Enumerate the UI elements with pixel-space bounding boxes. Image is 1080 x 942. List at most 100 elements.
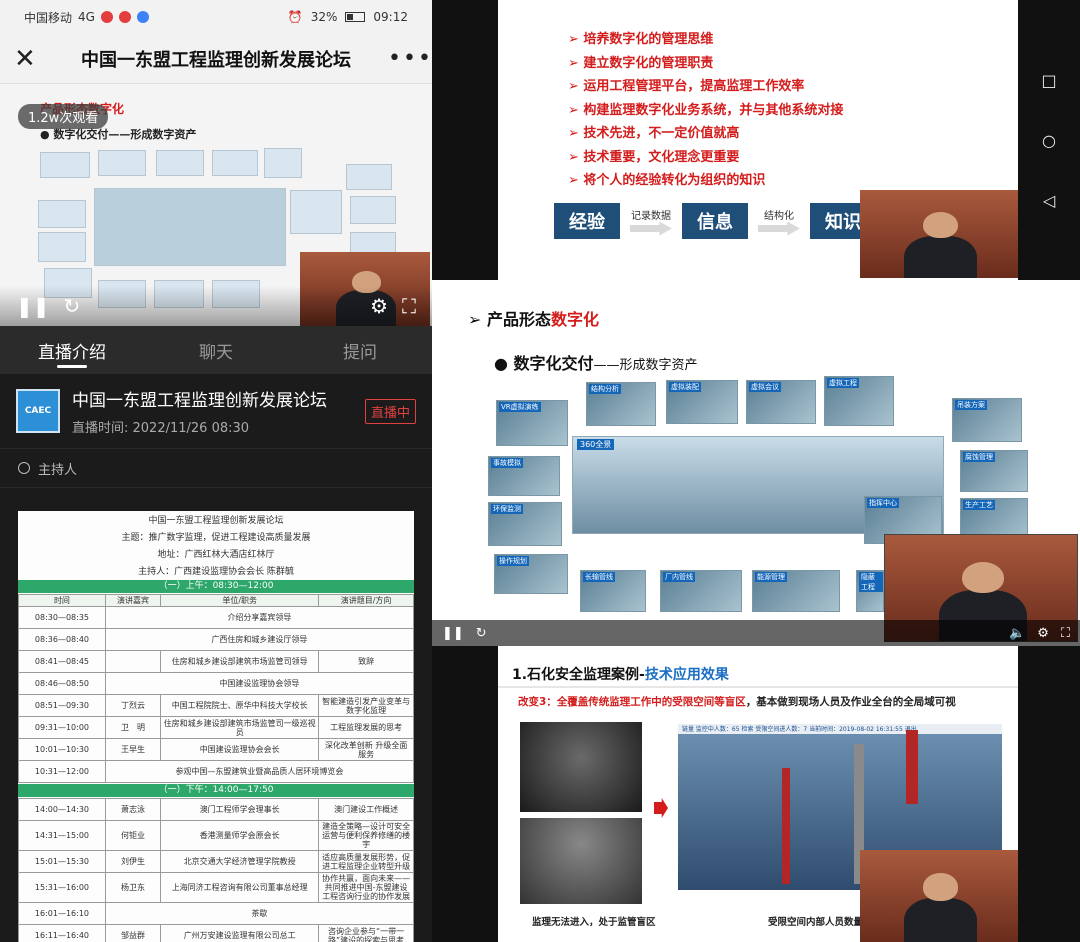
agenda-row: 08:51—09:30 丁烈云 中国工程院院士、原华中科技大学校长 智能建造引发产业变…	[18, 694, 414, 717]
agenda-cell: 何钜业	[104, 820, 162, 851]
agenda-cell: 15:01—15:30	[18, 850, 106, 873]
agenda-pm-table: 14:00—14:30 萧志泳 澳门工程师学会理事长 澳门建设工作概述 14:31—15…	[18, 798, 414, 942]
agenda-column-header: 演讲题目/方向	[318, 594, 414, 607]
flow-box-information: 信息	[682, 203, 748, 239]
collage-thumb	[98, 150, 146, 176]
volume-icon[interactable]: 🔈	[1009, 626, 1025, 641]
agenda-cell: 杨卫东	[104, 872, 162, 903]
bullet-item: 技术重要，文化理念更重要	[568, 146, 843, 170]
knowledge-flow: 经验 记录数据 信息 结构化 知识	[554, 203, 876, 239]
agenda-venue: 地址：广西红林大酒店红林厅	[157, 550, 275, 560]
agenda-cell: 茶歇	[104, 902, 414, 925]
collage-thumb	[264, 148, 302, 178]
caption-right: 受限空间内部人员数量及	[768, 917, 873, 928]
tab-intro[interactable]: 直播介绍	[0, 326, 144, 374]
agenda-cell: 萧志泳	[104, 798, 162, 821]
slide-panel-digital-delivery: ➢ 产品形态数字化 ● 数字化交付——形成数字资产 VR虚拟演练 结构分析 虚拟…	[432, 280, 1080, 646]
android-nav-bar: □ ○ ◁	[1018, 0, 1080, 280]
agenda-cell: 14:00—14:30	[18, 798, 106, 821]
fullscreen-icon[interactable]: ⛶	[402, 294, 416, 318]
agenda-host: 主持人：广西建设监理协会会长 陈群毓	[138, 567, 294, 577]
page-title: 中国一东盟工程监理创新发展论坛	[81, 49, 351, 71]
title-bar: ✕ 中国一东盟工程监理创新发展论坛 •••	[0, 34, 432, 84]
view-count: 1.2w次观看	[18, 104, 109, 129]
battery-text: 32%	[310, 10, 338, 24]
agenda-cell: 王早生	[104, 738, 162, 761]
network-text: 4G	[78, 10, 95, 24]
agenda-cell: 08:51—09:30	[18, 694, 106, 717]
status-bar: 中国移动 4G ⏰ 32% 09:12	[0, 0, 432, 34]
agenda-row: 09:31—10:00 卫 明住房和城乡建设部建筑市场监管司一级巡视员 工程监理发展…	[18, 716, 414, 739]
agenda-row: 16:01—16:10 茶歇	[18, 902, 414, 925]
agenda-cell: 住房和城乡建设部建筑市场监管司一级巡视员	[160, 716, 320, 739]
agenda-column-header: 演讲嘉宾	[104, 594, 162, 607]
settings-gear-icon[interactable]: ⚙	[1037, 626, 1049, 641]
tab-chat[interactable]: 聊天	[144, 326, 288, 374]
agenda-row: 08:30—08:35 介绍分享嘉宾领导	[18, 606, 414, 629]
agenda-cell: 中国工程院院士、原华中科技大学校长	[160, 694, 320, 717]
agenda-cell: 介绍分享嘉宾领导	[104, 606, 414, 629]
agenda-cell: 09:31—10:00	[18, 716, 106, 739]
tile-thumb: 隐蔽工程	[856, 570, 884, 612]
agenda-column-header: 时间	[18, 594, 106, 607]
person-icon	[18, 462, 30, 474]
agenda-am-header: （一）上午：08:30—12:00	[18, 580, 414, 593]
home-icon[interactable]: ○	[1042, 131, 1056, 150]
agenda-cell: 广州万安建设监理有限公司总工	[160, 924, 320, 942]
agenda-cell: 15:31—16:00	[18, 872, 106, 903]
stream-name: 中国一东盟工程监理创新发展论坛	[72, 391, 327, 411]
agenda-cell: 适应高质量发展形势，促进工程监理企业转型升级	[318, 850, 414, 873]
refresh-icon[interactable]: ↻	[476, 626, 487, 641]
tile-thumb: 厂内管线	[660, 570, 742, 612]
slide-safety-case: 1.石化安全监理案例-技术应用效果 改变3：全覆盖传统监理工作中的受限空间等盲区…	[498, 646, 1018, 942]
agenda-cell: 08:36—08:40	[18, 628, 106, 651]
agenda-cell: 深化改革创新 升级全面服务	[318, 738, 414, 761]
settings-gear-icon[interactable]: ⚙	[370, 294, 388, 318]
agenda-am-table: 时间 演讲嘉宾 单位/职务 演讲题目/方向 08:30—08:35 介绍分享嘉宾领…	[18, 594, 414, 783]
agenda-row: 08:41—08:45 住房和城乡建设部建筑市场监管司领导 致辞	[18, 650, 414, 673]
tile-thumb: 操作规划	[494, 554, 568, 594]
slide-panel-bullets: 培养数字化的管理思维 建立数字化的管理职责 运用工程管理平台，提高监理工作效率 …	[432, 0, 1080, 280]
refresh-icon[interactable]: ↻	[64, 294, 81, 318]
fullscreen-icon[interactable]: ⛶	[1061, 626, 1070, 641]
tab-questions[interactable]: 提问	[288, 326, 432, 374]
slide-bullets: 培养数字化的管理思维 建立数字化的管理职责 运用工程管理平台，提高监理工作效率 …	[498, 0, 1018, 280]
collage-thumb	[350, 196, 396, 224]
app-icon	[136, 11, 149, 23]
phone-livestream-page: 中国移动 4G ⏰ 32% 09:12 ✕ 中国一东盟工程监理创新发展论坛 ••…	[0, 0, 432, 942]
agenda-cell: 中国建设监理协会领导	[104, 672, 414, 695]
pause-icon[interactable]: ❚❚	[16, 294, 50, 318]
tile-thumb: 事故模拟	[488, 456, 560, 496]
flow-arrow: 记录数据	[628, 207, 674, 236]
host-row: 主持人	[0, 448, 432, 488]
agenda-cell: 住房和城乡建设部建筑市场监管司领导	[160, 650, 320, 673]
agenda-cell: 咨询企业参与“一带一路”建设的探索与思考	[318, 924, 414, 942]
close-icon[interactable]: ✕	[14, 44, 44, 74]
agenda-pm-header: （一）下午：14:00—17:50	[18, 784, 414, 797]
agenda-cell: 上海同济工程咨询有限公司董事总经理	[160, 872, 320, 903]
agenda-cell: 08:41—08:45	[18, 650, 106, 673]
agenda-cell: 丁烈云	[104, 694, 162, 717]
agenda-row: 15:31—16:00 杨卫东 上海同济工程咨询有限公司董事总经理 协作共赢，面向未来…	[18, 872, 414, 903]
slide-subheading: ● 数字化交付——形成数字资产	[494, 354, 698, 373]
flow-box-experience: 经验	[554, 203, 620, 239]
pause-icon[interactable]: ❚❚	[442, 626, 464, 641]
agenda-row: 08:46—08:50 中国建设监理协会领导	[18, 672, 414, 695]
agenda-cell: 08:30—08:35	[18, 606, 106, 629]
video-controls: ❚❚ ↻ 🔈 ⚙ ⛶	[432, 620, 1080, 646]
weibo-icon	[118, 11, 131, 23]
agenda-cell: 08:46—08:50	[18, 672, 106, 695]
change-statement: 改变3：全覆盖传统监理工作中的受限空间等盲区，基本做到现场人员及作业全台的全局域…	[518, 696, 956, 708]
caption-left: 监理无法进入，处于监管盲区	[532, 917, 656, 928]
back-icon[interactable]: ◁	[1043, 191, 1055, 210]
agenda-row: 14:00—14:30 萧志泳 澳门工程师学会理事长 澳门建设工作概述	[18, 798, 414, 821]
video-player[interactable]: 1.2w次观看 产品形态数字化 ● 数字化交付——形成数字资产 ❚❚ ↻ ⚙ ⛶	[0, 84, 432, 326]
alarm-icon: ⏰	[287, 10, 303, 24]
bullet-item: 将个人的经验转化为组织的知识	[568, 169, 843, 193]
agenda-row: 15:01—15:30 刘伊生 北京交通大学经济管理学院教授 适应高质量发展形势，促进…	[18, 850, 414, 873]
weibo-icon	[100, 11, 113, 23]
carrier-text: 中国移动	[24, 10, 73, 25]
more-icon[interactable]: •••	[388, 46, 431, 71]
agenda-cell: 广西住房和城乡建设厅领导	[104, 628, 414, 651]
recent-apps-icon[interactable]: □	[1041, 71, 1056, 90]
